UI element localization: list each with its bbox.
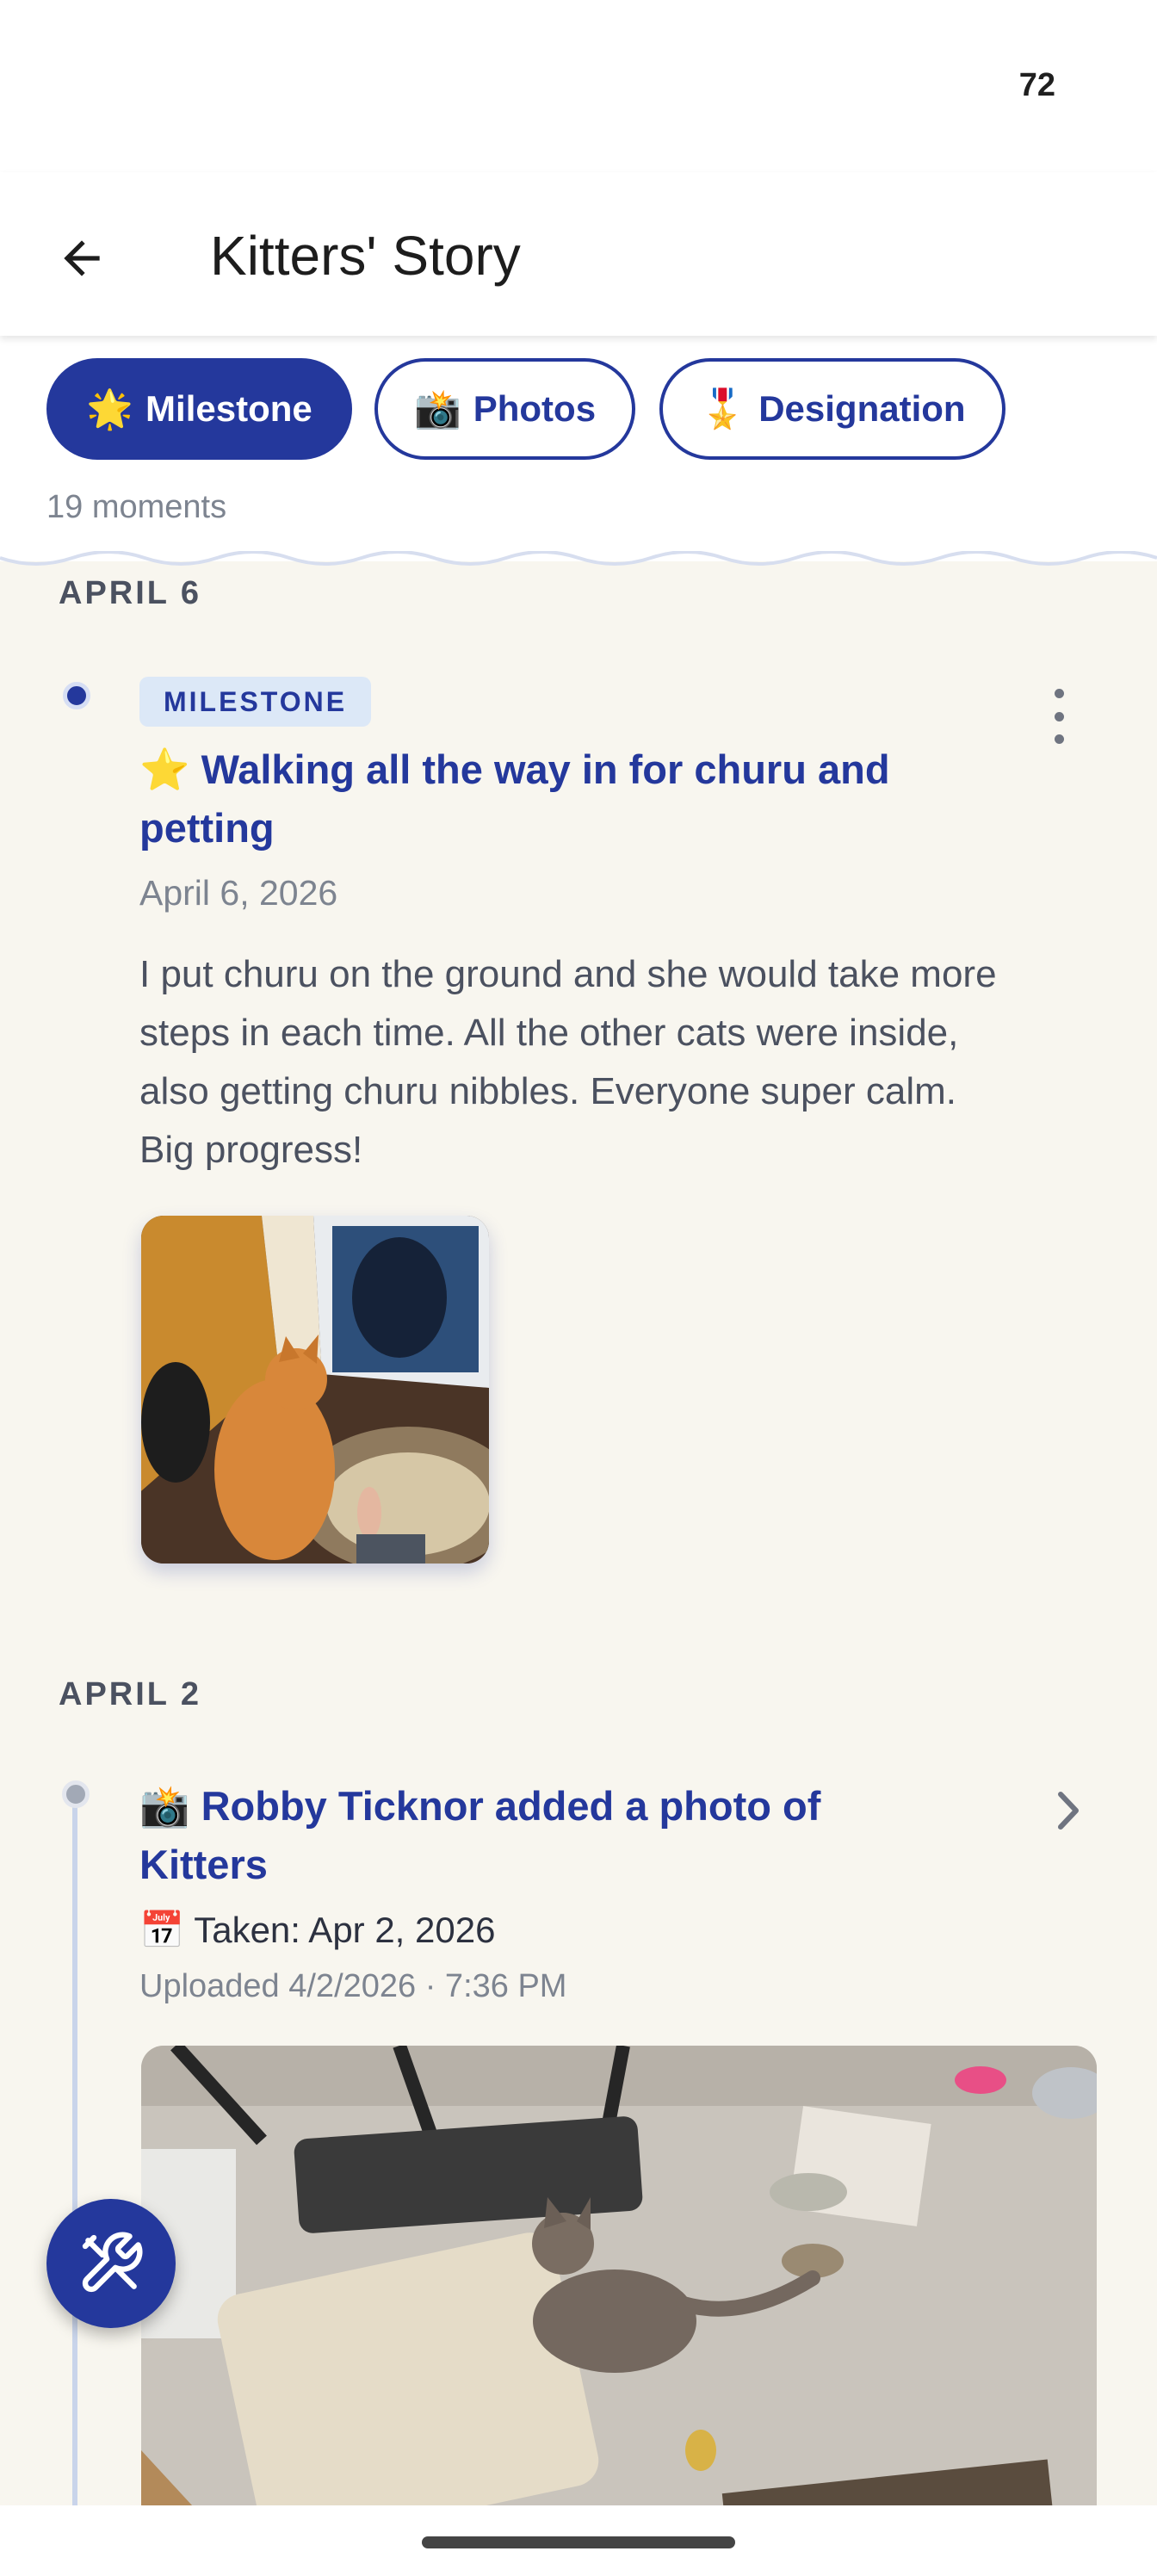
star-icon: 🌟 [86,388,134,430]
dot [1054,711,1064,721]
chevron-right-icon [1058,1792,1079,1830]
timeline-dot-active [63,682,90,709]
entry-date: April 6, 2026 [139,873,338,913]
chip-label: Photos [473,388,597,429]
dot [1054,734,1064,744]
tools-icon [82,2232,143,2293]
chip-label: Designation [758,388,966,429]
arrow-left-icon [64,240,100,276]
back-button[interactable] [43,220,121,297]
taken-date: 📅 Taken: Apr 2, 2026 [139,1910,496,1950]
camera-flash-icon: 📸 [413,388,461,430]
tools-fab-button[interactable] [46,2199,176,2328]
cat-photo-image [141,2046,1097,2562]
date-header: APRIL 6 [59,575,202,611]
wave-divider [0,551,1157,566]
dot [1054,689,1064,698]
entry-photo[interactable] [141,1216,489,1564]
moment-count: 19 moments [46,489,227,525]
status-bar: 72 [0,0,1157,172]
date-header: APRIL 2 [59,1676,202,1712]
filter-chip-milestone[interactable]: 🌟 Milestone [46,358,352,460]
open-entry-button[interactable] [1052,1789,1086,1832]
more-options-button[interactable] [1042,689,1076,744]
entry-body: I put churu on the ground and she would … [139,953,997,1171]
entry-title[interactable]: 📸 Robby Ticknor added a photo of Kitters [139,1777,957,1894]
cat-photo-image [141,1216,489,1564]
medal-icon: 🎖️ [699,388,747,430]
uploaded-timestamp: Uploaded 4/2/2026 · 7:36 PM [139,1968,567,2004]
entry-title[interactable]: ⭐ Walking all the way in for churu and p… [139,740,957,858]
timeline-line [72,1795,77,2510]
entry-photo[interactable] [141,2046,1097,2562]
chip-label: Milestone [145,388,312,429]
filter-bar: 🌟 Milestone 📸 Photos 🎖️ Designation 19 m… [0,336,1157,561]
battery-level: 72 [1018,67,1055,103]
filter-chip-designation[interactable]: 🎖️ Designation [659,358,1005,460]
filter-chip-photos[interactable]: 📸 Photos [374,358,635,460]
milestone-badge: MILESTONE [139,677,372,727]
page-title: Kitters' Story [210,225,521,287]
home-indicator[interactable] [422,2536,735,2548]
app-bar: Kitters' Story [0,172,1157,336]
timeline-dot [62,1780,90,1808]
